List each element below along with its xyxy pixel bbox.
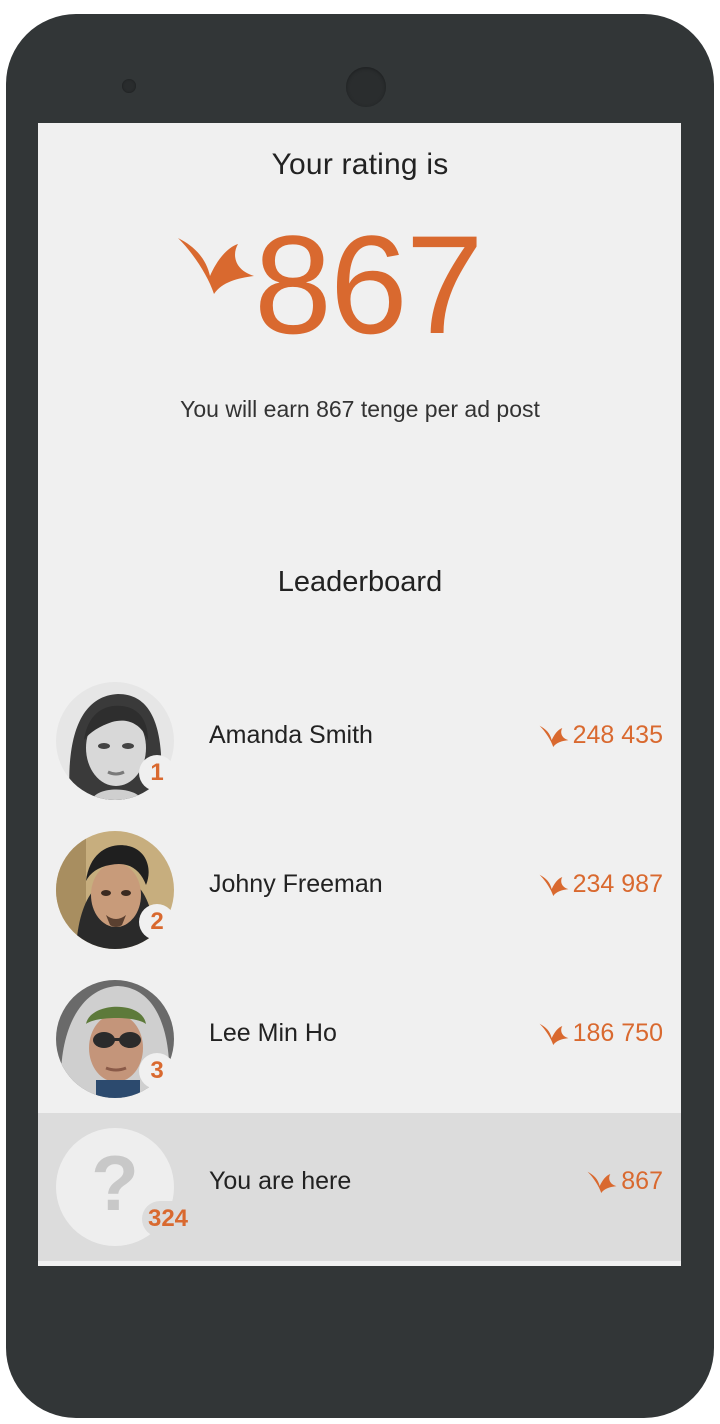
rating-value: 867: [254, 206, 484, 363]
score-value: 867: [621, 1167, 663, 1195]
player-score: 234 987: [539, 870, 663, 899]
rank-badge: 3: [139, 1053, 175, 1089]
bird-icon: [539, 725, 569, 747]
bird-icon: [587, 1171, 617, 1193]
player-score: 186 750: [539, 1019, 663, 1048]
leaderboard-title: Leaderboard: [277, 566, 443, 598]
rating-value-block: 867: [0, 210, 720, 368]
rank-badge: 1: [139, 755, 175, 791]
speaker: [346, 67, 386, 107]
score-value: 234 987: [572, 870, 663, 898]
bird-icon: [178, 238, 254, 294]
player-name: You are here: [209, 1167, 352, 1195]
player-name: Lee Min Ho: [209, 1019, 337, 1047]
player-name: Johny Freeman: [209, 870, 383, 898]
player-score: 248 435: [539, 721, 663, 750]
score-value: 186 750: [572, 1019, 663, 1047]
leaderboard-row[interactable]: 1 Amanda Smith 248 435: [38, 667, 681, 815]
rating-title: Your rating is: [271, 148, 449, 181]
player-score: 867: [587, 1167, 663, 1196]
leaderboard-row[interactable]: 3 Lee Min Ho 186 750: [38, 965, 681, 1113]
bird-icon: [539, 874, 569, 896]
bird-icon: [539, 1023, 569, 1045]
front-camera: [122, 79, 136, 93]
current-user-row[interactable]: ? 324 You are here 867: [38, 1113, 681, 1261]
leaderboard-row[interactable]: 2 Johny Freeman 234 987: [38, 816, 681, 964]
rank-badge: 324: [142, 1201, 194, 1237]
score-value: 248 435: [572, 721, 663, 749]
player-name: Amanda Smith: [209, 721, 373, 749]
earn-description: You will earn 867 tenge per ad post: [180, 396, 540, 422]
rank-badge: 2: [139, 904, 175, 940]
